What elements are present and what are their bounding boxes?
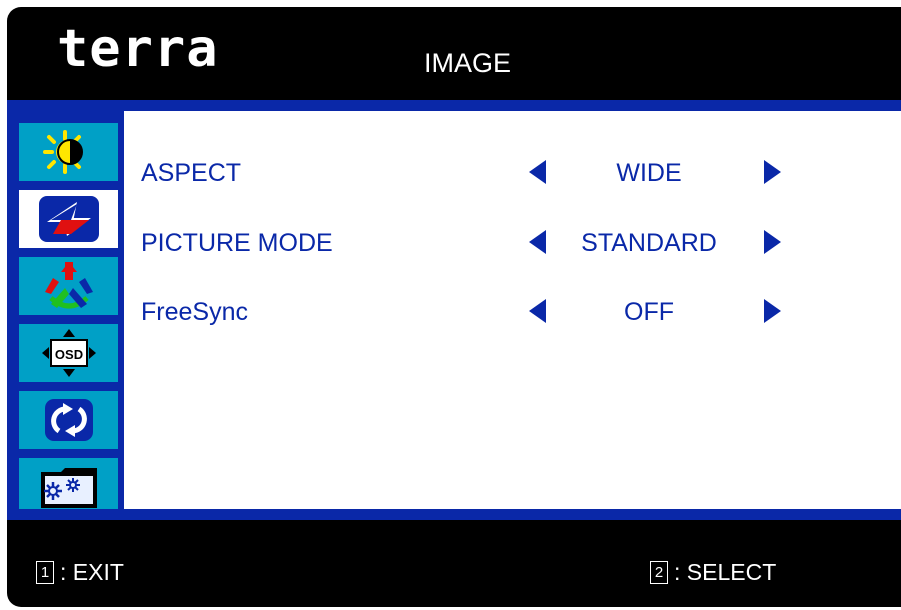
setting-label: PICTURE MODE (141, 229, 333, 257)
exit-key-icon: 1 (36, 560, 54, 584)
sidebar-item-color[interactable] (19, 257, 118, 315)
sidebar-item-image[interactable] (19, 190, 118, 248)
sidebar-item-osd[interactable]: OSD (19, 324, 118, 382)
left-arrow-icon[interactable] (529, 230, 546, 254)
osd-icon: OSD (41, 329, 96, 377)
setting-value: WIDE (616, 159, 682, 187)
brightness-contrast-icon (42, 130, 83, 174)
select-hint: 2 : SELECT (650, 558, 776, 586)
select-label: : SELECT (674, 559, 777, 585)
right-arrow-icon[interactable] (764, 299, 781, 323)
sidebar-item-brightness-contrast[interactable] (19, 123, 118, 181)
header-divider (7, 100, 901, 111)
settings-panel: ASPECT WIDE PICTURE MODE STANDARD FreeSy… (124, 111, 901, 509)
setting-value: OFF (624, 298, 674, 326)
menu-title: IMAGE (424, 48, 512, 78)
header: terra IMAGE (7, 7, 901, 100)
setting-row-aspect[interactable]: ASPECT WIDE (124, 151, 901, 191)
setting-label: ASPECT (141, 159, 242, 187)
sidebar-item-reset[interactable] (19, 391, 118, 449)
left-arrow-icon[interactable] (529, 299, 546, 323)
color-icon (44, 262, 93, 309)
setting-row-freesync[interactable]: FreeSync OFF (124, 290, 901, 330)
sidebar-item-setup[interactable] (19, 458, 118, 516)
image-icon (38, 196, 99, 242)
right-arrow-icon[interactable] (764, 230, 781, 254)
setup-icon (40, 468, 97, 508)
footer: 1 : EXIT 2 : SELECT (7, 520, 901, 607)
setting-value: STANDARD (581, 229, 717, 257)
reset-icon (44, 399, 93, 441)
osd-menu: terra IMAGE OSD ASPECT WIDE PICTURE MODE… (7, 7, 901, 607)
brand-logo: terra (57, 19, 219, 79)
svg-text:OSD: OSD (54, 347, 82, 362)
exit-label: : EXIT (60, 559, 124, 585)
left-arrow-icon[interactable] (529, 160, 546, 184)
right-arrow-icon[interactable] (764, 160, 781, 184)
exit-hint: 1 : EXIT (36, 558, 124, 586)
sidebar: OSD (7, 111, 124, 516)
footer-divider (7, 509, 901, 520)
setting-row-picture-mode[interactable]: PICTURE MODE STANDARD (124, 221, 901, 261)
select-key-icon: 2 (650, 560, 668, 584)
setting-label: FreeSync (141, 298, 248, 326)
